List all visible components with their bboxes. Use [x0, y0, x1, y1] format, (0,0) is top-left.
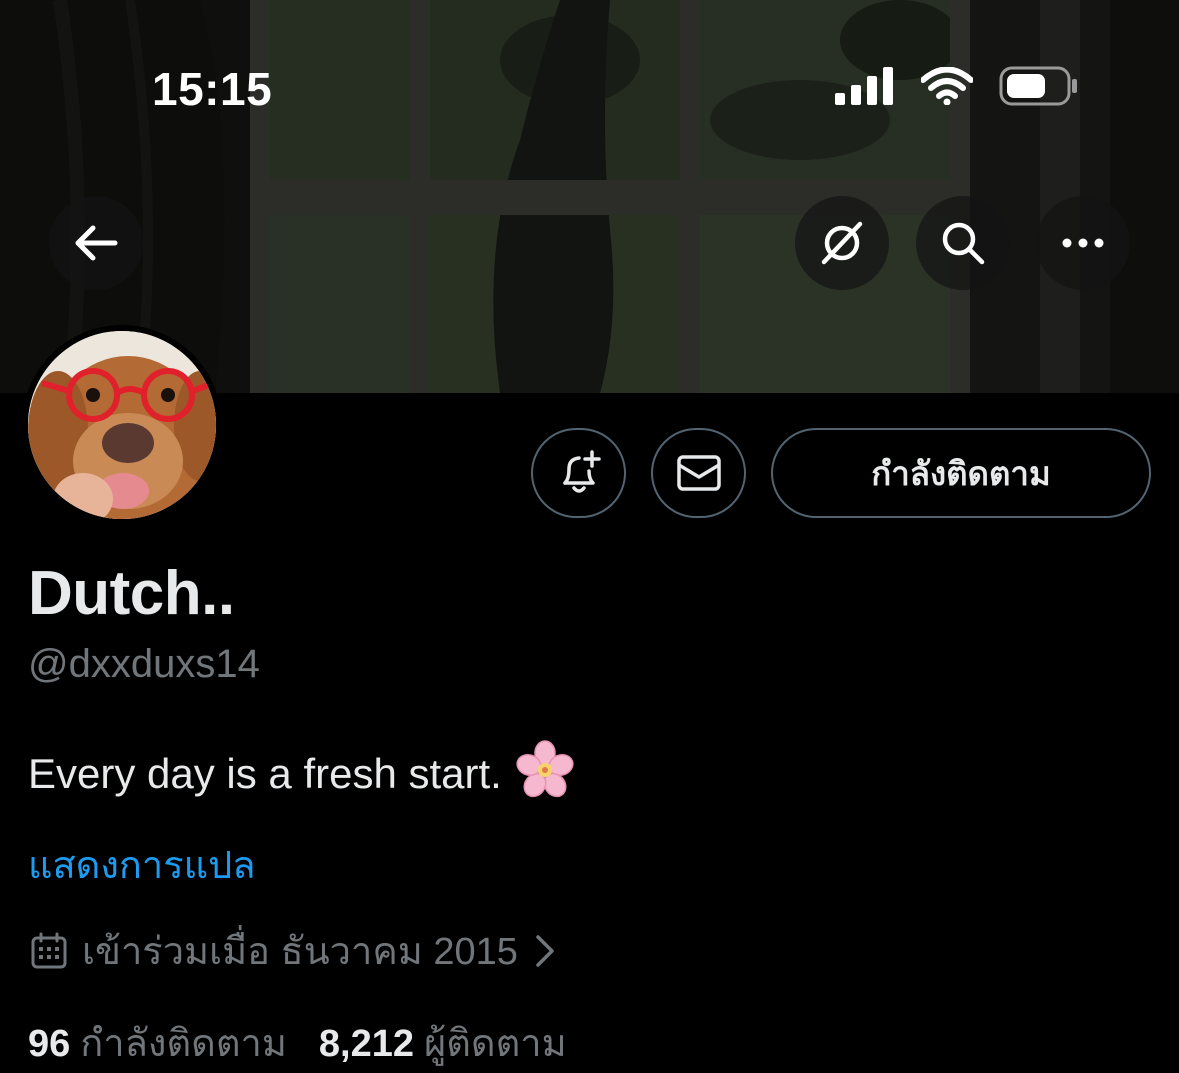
- chevron-right-icon: [536, 934, 554, 967]
- followers-label: ผู้ติดตาม: [423, 1023, 567, 1065]
- following-label: กำลังติดตาม: [80, 1023, 287, 1065]
- joined-text: เข้าร่วมเมื่อ ธันวาคม 2015: [82, 931, 518, 973]
- more-icon: [1062, 238, 1104, 248]
- back-button[interactable]: [49, 196, 143, 290]
- translate-link[interactable]: แสดงการแปล: [28, 834, 256, 895]
- display-name: Dutch..: [28, 559, 235, 628]
- follow-stats: 96 กำลังติดตาม 8,212 ผู้ติดตาม: [28, 1012, 567, 1073]
- status-icons: [835, 66, 1079, 106]
- more-button[interactable]: [1036, 196, 1130, 290]
- followers-count: 8,212: [318, 1023, 414, 1065]
- avatar-image: [28, 331, 216, 519]
- search-button[interactable]: [916, 196, 1010, 290]
- bell-plus-icon: [562, 450, 601, 493]
- message-button[interactable]: [651, 428, 746, 518]
- following-count-link[interactable]: 96 กำลังติดตาม: [28, 1012, 287, 1073]
- status-time: 15:15: [152, 63, 273, 115]
- banner-image: [0, 0, 1179, 393]
- avatar[interactable]: [22, 325, 222, 525]
- search-icon: [942, 222, 985, 265]
- joined-date[interactable]: เข้าร่วมเมื่อ ธันวาคม 2015: [30, 920, 556, 981]
- profile-banner[interactable]: [0, 0, 1179, 393]
- followers-count-link[interactable]: 8,212 ผู้ติดตาม: [319, 1012, 567, 1073]
- notify-button[interactable]: [531, 428, 626, 518]
- calendar-icon: [31, 932, 67, 968]
- envelope-icon: [676, 455, 721, 491]
- handle: @dxxduxs14: [28, 642, 260, 686]
- grok-icon: [821, 221, 863, 265]
- following-count: 96: [28, 1023, 71, 1065]
- cellular-signal-icon: [835, 67, 893, 105]
- cherry-blossom-icon: [516, 740, 574, 808]
- bio-text: Every day is a fresh start.: [28, 750, 502, 797]
- grok-button[interactable]: [795, 196, 889, 290]
- battery-icon: [999, 66, 1077, 106]
- following-button[interactable]: กำลังติดตาม: [771, 428, 1151, 518]
- arrow-left-icon: [75, 225, 118, 261]
- wifi-icon: [921, 67, 973, 105]
- bio: Every day is a fresh start.: [28, 740, 574, 808]
